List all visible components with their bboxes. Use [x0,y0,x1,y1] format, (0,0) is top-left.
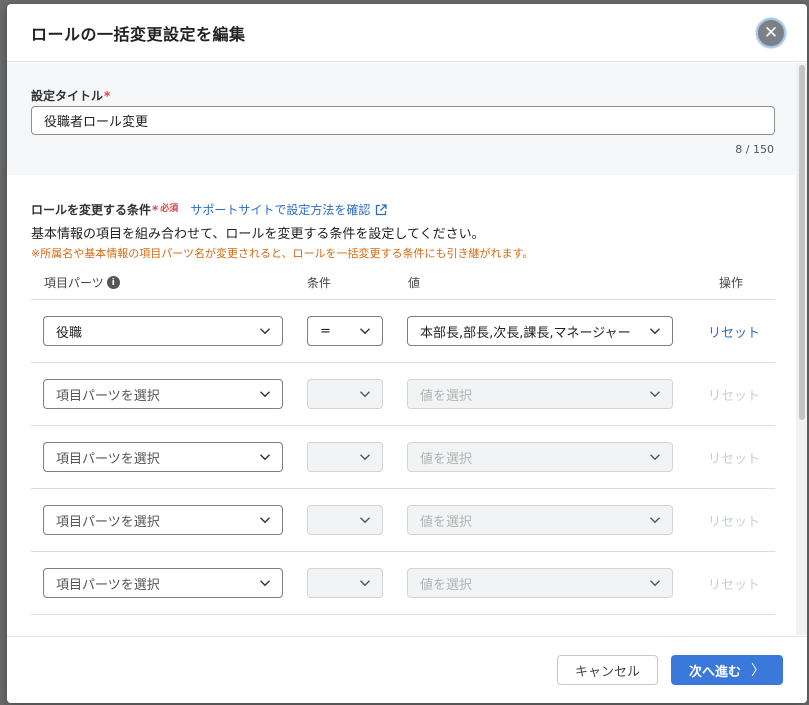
item-part-select[interactable]: 項目パーツを選択 [43,442,283,472]
item-part-select[interactable]: 項目パーツを選択 [43,568,283,598]
chevron-down-icon [650,517,660,524]
title-label: 設定タイトル* [31,87,783,104]
table-row: 項目パーツを選択 値を選択 リセット [31,426,775,489]
chevron-down-icon [360,580,370,587]
conditions-section: ロールを変更する条件* 必須 サポートサイトで設定方法を確認 基本情報の項目を組み… [7,175,807,615]
reset-button: リセット [708,577,761,593]
value-placeholder: 値を選択 [420,577,473,593]
value-select-value: 本部長,部長,次長,課長,マネージャー [420,325,631,341]
modal-body[interactable]: 設定タイトル* 8 / 150 ロールを変更する条件*必須 サポートサイトで設定… [7,63,807,635]
table-row: 項目パーツを選択 値を選択 リセット [31,489,775,552]
chevron-down-icon [260,580,270,587]
header-op: 操作 [718,276,743,290]
required-mark: * [104,89,111,103]
chevron-down-icon [360,517,370,524]
table-row: 役職 = 本部長,部長,次長,課長,マネージャー リセット [31,300,775,363]
chevron-right-icon: 〉 [751,663,765,679]
header-cond: 条件 [307,276,332,290]
condition-select [307,379,383,409]
chevron-down-icon [260,391,270,398]
condition-select[interactable]: = [307,316,383,346]
value-select: 値を選択 [407,379,673,409]
header-item: 項目パーツ i [31,274,295,291]
support-site-link[interactable]: サポートサイトで設定方法を確認 [190,201,387,218]
chevron-down-icon [360,391,370,398]
conditions-label: ロールを変更する条件* 必須 [31,201,178,218]
conditions-header: ロールを変更する条件* 必須 サポートサイトで設定方法を確認 [31,201,783,218]
item-part-select[interactable]: 役職 [43,316,283,346]
reset-button: リセット [708,451,761,467]
table-row: 項目パーツを選択 値を選択 リセット [31,363,775,426]
value-placeholder: 値を選択 [420,514,473,530]
setting-title-input[interactable] [31,106,775,135]
info-icon[interactable]: i [106,276,120,289]
value-select: 値を選択 [407,442,673,472]
conditions-label-text: ロールを変更する条件 [31,203,152,217]
edit-role-bulk-change-modal: ロールの一括変更設定を編集 ✕ 設定タイトル* 8 / 150 ロールを変更する… [7,4,807,703]
modal-header: ロールの一括変更設定を編集 ✕ [7,4,807,62]
conditions-description: 基本情報の項目を組み合わせて、ロールを変更する条件を設定してください。 [31,227,485,242]
header-item-text: 項目パーツ [44,276,104,290]
value-select: 値を選択 [407,505,673,535]
reset-button[interactable]: リセット [708,322,760,341]
condition-value: = [320,323,331,339]
chevron-down-icon [260,454,270,461]
next-button[interactable]: 次へ進む 〉 [671,655,783,685]
item-part-placeholder: 項目パーツを選択 [56,514,160,530]
header-value: 値 [408,276,421,290]
item-part-select[interactable]: 項目パーツを選択 [43,505,283,535]
modal-title: ロールの一括変更設定を編集 [31,24,246,44]
conditions-warning: ※所属名や基本情報の項目パーツ名が変更されると、ロールを一括変更する条件にも引き… [31,247,534,260]
cancel-button[interactable]: キャンセル [557,655,658,685]
chevron-down-icon [650,454,660,461]
value-select[interactable]: 本部長,部長,次長,課長,マネージャー [407,316,673,346]
reset-button: リセット [708,388,761,404]
item-part-placeholder: 項目パーツを選択 [56,388,160,404]
condition-select [307,568,383,598]
chevron-down-icon [360,328,370,335]
close-button[interactable]: ✕ [756,18,786,48]
must-label: 必須 [160,204,179,214]
chevron-down-icon [260,328,270,335]
value-select: 値を選択 [407,568,673,598]
value-placeholder: 値を選択 [420,388,473,404]
chevron-down-icon [650,580,660,587]
required-mark: * [152,203,159,217]
next-button-label: 次へ進む [688,664,741,680]
item-part-placeholder: 項目パーツを選択 [56,577,160,593]
table-row: 項目パーツを選択 値を選択 リセット [31,552,775,615]
chevron-down-icon [360,454,370,461]
item-part-placeholder: 項目パーツを選択 [56,451,160,467]
scrollbar-thumb[interactable] [799,65,805,420]
char-count: 8 / 150 [735,143,774,156]
item-part-select[interactable]: 項目パーツを選択 [43,379,283,409]
chevron-down-icon [260,517,270,524]
reset-button: リセット [708,514,761,530]
chevron-down-icon [650,391,660,398]
chevron-down-icon [650,328,660,335]
support-site-link-text: サポートサイトで設定方法を確認 [190,203,371,217]
condition-select [307,442,383,472]
title-section: 設定タイトル* 8 / 150 [7,63,807,175]
item-part-value: 役職 [56,325,83,341]
modal-footer: キャンセル 次へ進む 〉 [7,636,807,703]
conditions-table: 項目パーツ i 条件 値 操作 役職 = 本部長,部長,次長,課長,マネージャー… [31,274,775,615]
close-icon: ✕ [763,22,779,43]
condition-select [307,505,383,535]
value-placeholder: 値を選択 [420,451,473,467]
table-header: 項目パーツ i 条件 値 操作 [31,274,775,300]
external-link-icon [376,203,387,215]
title-label-text: 設定タイトル [31,89,104,103]
